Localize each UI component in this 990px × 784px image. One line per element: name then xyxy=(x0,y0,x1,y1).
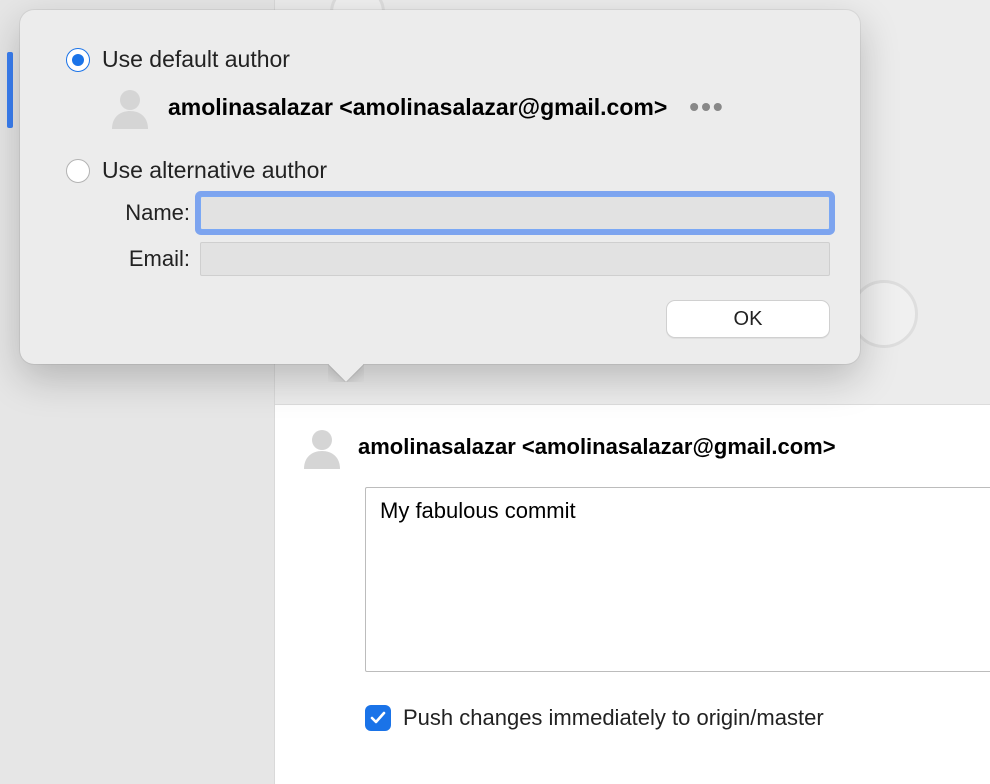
popover-button-row: OK xyxy=(66,300,830,338)
decorative-circle xyxy=(850,280,918,348)
email-field-row: Email: xyxy=(108,242,830,276)
author-options-button[interactable]: ••• xyxy=(683,93,730,121)
push-immediately-checkbox[interactable] xyxy=(365,705,391,731)
radio-selected-icon xyxy=(66,48,90,72)
radio-unselected-icon xyxy=(66,159,90,183)
name-field-row: Name: xyxy=(108,196,830,230)
author-popover: Use default author amolinasalazar <amoli… xyxy=(20,10,860,364)
email-field-label: Email: xyxy=(108,246,200,272)
popover-tail xyxy=(328,362,364,382)
use-alternative-author-option[interactable]: Use alternative author xyxy=(66,157,830,184)
use-alternative-author-label: Use alternative author xyxy=(102,157,327,184)
avatar-icon[interactable] xyxy=(300,425,344,469)
name-field-label: Name: xyxy=(108,200,200,226)
name-input[interactable] xyxy=(200,196,830,230)
push-immediately-label: Push changes immediately to origin/maste… xyxy=(403,705,824,731)
commit-panel: amolinasalazar <amolinasalazar@gmail.com… xyxy=(300,425,990,731)
commit-author-label: amolinasalazar <amolinasalazar@gmail.com… xyxy=(358,434,836,460)
avatar-icon xyxy=(108,85,152,129)
push-immediately-row: Push changes immediately to origin/maste… xyxy=(365,705,990,731)
sidebar-selection-indicator xyxy=(7,52,13,128)
commit-message-input[interactable] xyxy=(365,487,990,672)
default-author-text: amolinasalazar <amolinasalazar@gmail.com… xyxy=(168,94,667,121)
commit-author-row: amolinasalazar <amolinasalazar@gmail.com… xyxy=(300,425,990,469)
use-default-author-label: Use default author xyxy=(102,46,290,73)
default-author-display-row: amolinasalazar <amolinasalazar@gmail.com… xyxy=(108,85,830,129)
ok-button[interactable]: OK xyxy=(666,300,830,338)
alternative-author-fields: Name: Email: xyxy=(108,196,830,276)
use-default-author-option[interactable]: Use default author xyxy=(66,46,830,73)
email-input[interactable] xyxy=(200,242,830,276)
